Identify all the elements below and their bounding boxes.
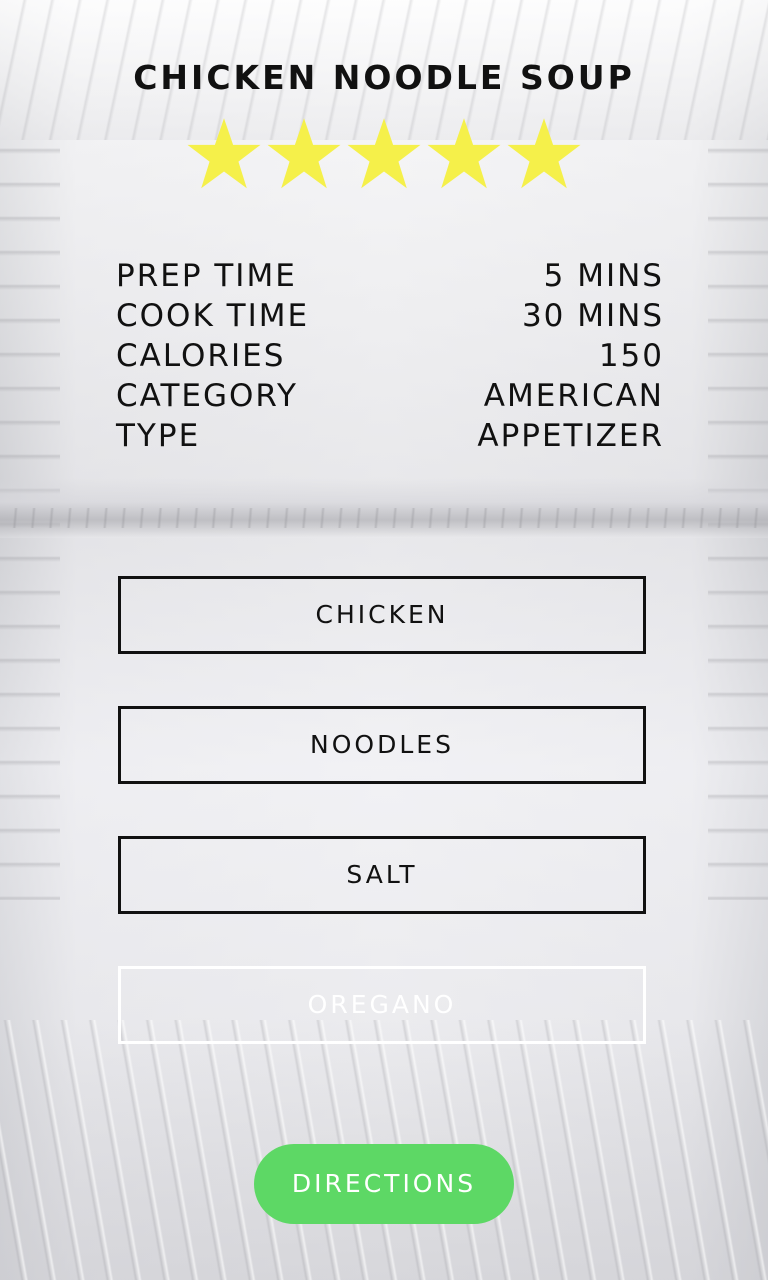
- info-row-calories: CALORIES 150: [116, 336, 664, 376]
- star-icon: [506, 116, 582, 192]
- recipe-screen: CHICKEN NOODLE SOUP PREP TIME 5 MINS COO…: [0, 0, 768, 1280]
- info-value: 30 MINS: [521, 298, 664, 334]
- star-icon: [266, 116, 342, 192]
- ingredient-button-chicken[interactable]: CHICKEN: [118, 576, 646, 654]
- info-label: TYPE: [116, 418, 201, 454]
- recipe-title: CHICKEN NOODLE SOUP: [133, 58, 635, 97]
- info-label: PREP TIME: [116, 258, 297, 294]
- info-row-cook-time: COOK TIME 30 MINS: [116, 296, 664, 336]
- info-label: CALORIES: [116, 338, 286, 374]
- star-icon: [426, 116, 502, 192]
- ingredient-button-salt[interactable]: SALT: [118, 836, 646, 914]
- info-row-category: CATEGORY AMERICAN: [116, 376, 664, 416]
- rating-stars: [186, 116, 582, 192]
- info-value: 5 MINS: [543, 258, 664, 294]
- info-value: 150: [598, 338, 664, 374]
- ingredient-button-oregano[interactable]: OREGANO: [118, 966, 646, 1044]
- info-label: CATEGORY: [116, 378, 298, 414]
- directions-button[interactable]: DIRECTIONS: [254, 1144, 514, 1224]
- info-row-type: TYPE APPETIZER: [116, 416, 664, 456]
- info-value: AMERICAN: [483, 378, 664, 414]
- star-icon: [346, 116, 422, 192]
- ingredient-button-noodles[interactable]: NOODLES: [118, 706, 646, 784]
- info-row-prep-time: PREP TIME 5 MINS: [116, 256, 664, 296]
- recipe-info-table: PREP TIME 5 MINS COOK TIME 30 MINS CALOR…: [116, 256, 664, 456]
- info-value: APPETIZER: [477, 418, 664, 454]
- star-icon: [186, 116, 262, 192]
- info-label: COOK TIME: [116, 298, 310, 334]
